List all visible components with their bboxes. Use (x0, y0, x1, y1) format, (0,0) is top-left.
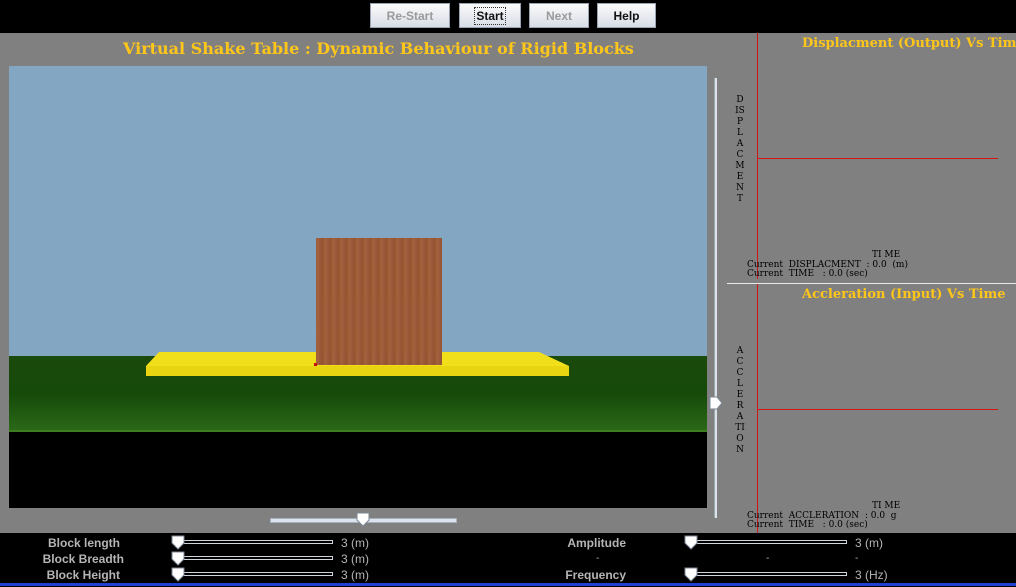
amplitude-slider[interactable] (689, 540, 847, 544)
displacement-graph-title: Displacment (Output) Vs Time (802, 36, 1016, 51)
frequency-slider[interactable] (689, 572, 847, 576)
graph-divider (727, 283, 1016, 284)
block-length-slider[interactable] (176, 540, 333, 544)
shake-table-front (146, 366, 569, 376)
acceleration-graph-title: Accleration (Input) Vs Time (802, 287, 1006, 302)
slider-thumb-icon (684, 567, 698, 582)
slider-thumb-icon (171, 567, 185, 582)
displacement-y-label: DISPLACMENT (735, 95, 745, 204)
frequency-label: Frequency (565, 568, 626, 582)
current-time-acceleration: Current TIME : 0.0 (sec) (747, 520, 868, 530)
vertical-slider-track[interactable] (714, 78, 717, 518)
page-title: Virtual Shake Table : Dynamic Behaviour … (123, 39, 634, 58)
current-time-displacement: Current TIME : 0.0 (sec) (747, 269, 868, 279)
rigid-block (316, 238, 442, 365)
slider-thumb-right-icon (709, 396, 723, 410)
slider-thumb-icon (356, 512, 370, 527)
acceleration-x-axis (757, 409, 998, 410)
start-button[interactable]: Start (459, 3, 521, 28)
restart-button[interactable]: Re-Start (370, 3, 450, 28)
slider-thumb-icon (171, 551, 185, 566)
slider-thumb-icon (171, 535, 185, 550)
simulation-viewport[interactable] (9, 66, 707, 508)
toolbar: Re-Start Start Next Help (0, 0, 1016, 33)
next-button[interactable]: Next (529, 3, 589, 28)
horizontal-slider-thumb[interactable] (356, 512, 370, 532)
separator-mark: - (596, 553, 600, 564)
block-height-slider[interactable] (176, 572, 333, 576)
amplitude-value: 3 (m) (855, 536, 883, 550)
ground-edge (9, 430, 707, 432)
frequency-value: 3 (Hz) (855, 568, 888, 582)
amplitude-label: Amplitude (567, 536, 626, 550)
amplitude-thumb[interactable] (684, 535, 698, 555)
void (9, 432, 707, 508)
block-length-label: Block length (47, 536, 120, 550)
block-breadth-label: Block Breadth (42, 552, 124, 566)
displacement-y-axis (757, 33, 758, 279)
pivot-marker (314, 363, 317, 366)
help-button[interactable]: Help (597, 3, 656, 28)
separator-mark: - (855, 553, 859, 564)
slider-thumb-icon (684, 535, 698, 550)
block-height-value: 3 (m) (341, 568, 369, 582)
displacement-x-label: TI ME (872, 250, 901, 260)
block-breadth-value: 3 (m) (341, 552, 369, 566)
displacement-x-axis (757, 158, 998, 159)
block-height-label: Block Height (46, 568, 120, 582)
restart-button-label: Re-Start (386, 8, 434, 23)
block-breadth-slider[interactable] (176, 556, 333, 560)
help-button-label: Help (613, 8, 640, 23)
separator-mark: - (766, 553, 770, 564)
acceleration-y-label: ACCLERATION (735, 346, 745, 455)
vertical-slider-thumb[interactable] (709, 396, 723, 415)
next-button-label: Next (545, 8, 572, 23)
acceleration-x-label: TI ME (872, 501, 901, 511)
start-button-label: Start (474, 6, 506, 25)
scene-svg (9, 66, 707, 508)
block-length-value: 3 (m) (341, 536, 369, 550)
